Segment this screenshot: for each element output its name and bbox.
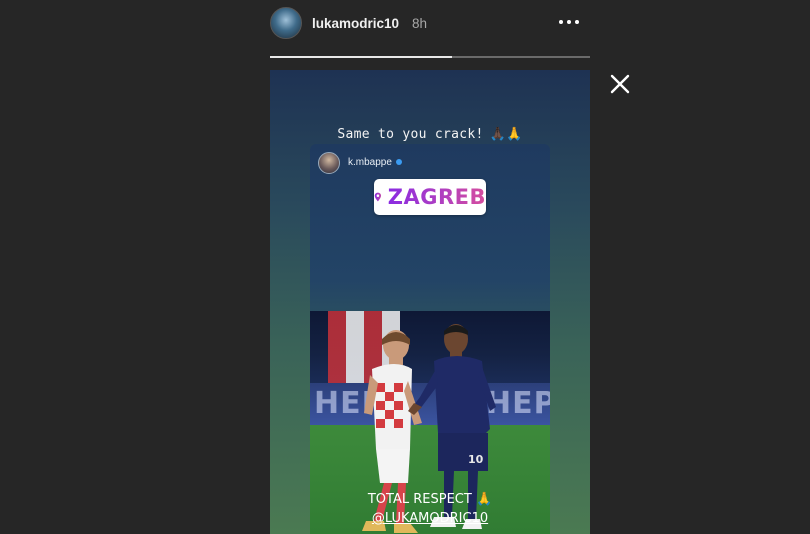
mention-link[interactable]: @LUKAMODRIC10 — [310, 509, 550, 528]
username[interactable]: lukamodric10 — [312, 16, 399, 31]
location-sticker[interactable]: ZAGREB — [374, 179, 486, 215]
prayer-hands-emoji: 🙏🏿🙏 — [489, 127, 523, 142]
caption-text: TOTAL RESPECT — [367, 492, 472, 507]
profile-avatar[interactable] — [270, 7, 302, 39]
shared-story-card[interactable]: k.mbappe ZAGREB HEP HEP 10 TOTAL RESPECT… — [310, 144, 550, 534]
close-button[interactable] — [608, 72, 632, 96]
shared-username[interactable]: k.mbappe — [348, 157, 402, 168]
location-sticker-text: ZAGREB — [387, 185, 486, 209]
story-header: lukamodric10 8h — [268, 4, 590, 44]
story-progress-bar — [270, 56, 590, 58]
timestamp: 8h — [412, 16, 428, 31]
shared-post-caption: TOTAL RESPECT 🙏 @LUKAMODRIC10 — [310, 490, 550, 528]
story-progress-fill — [270, 56, 453, 58]
more-options-button[interactable] — [558, 10, 584, 34]
shared-username-text: k.mbappe — [348, 157, 392, 168]
story-text-overlay: Same to you crack! 🙏🏿🙏 — [270, 127, 590, 142]
close-icon — [610, 74, 630, 94]
svg-text:10: 10 — [468, 453, 484, 466]
caption-line-1: TOTAL RESPECT 🙏 — [310, 490, 550, 509]
shared-user-avatar[interactable] — [318, 152, 340, 174]
story-viewer[interactable]: Same to you crack! 🙏🏿🙏 k.mbappe ZAGREB H… — [270, 70, 590, 534]
prayer-hands-emoji: 🙏 — [475, 492, 493, 507]
verified-badge-icon — [395, 159, 402, 166]
location-pin-icon — [374, 192, 382, 202]
reply-text: Same to you crack! — [337, 127, 484, 142]
